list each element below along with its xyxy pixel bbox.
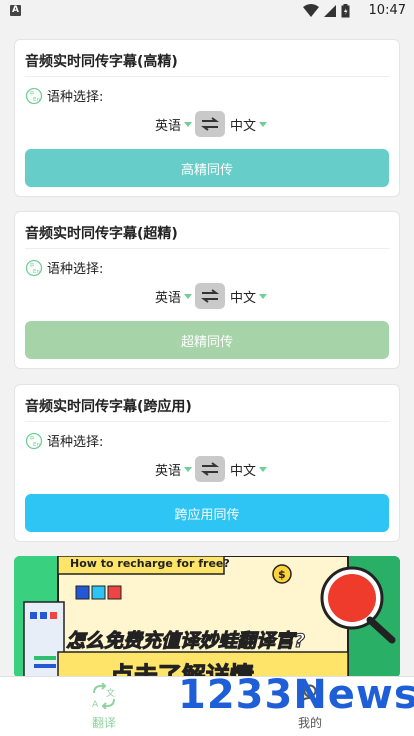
card-title: 音频实时同传字幕(高精): [25, 54, 178, 70]
target-language-label: 中文: [230, 291, 257, 306]
language-picker: 英语 中文: [15, 283, 399, 309]
svg-text:文: 文: [106, 687, 115, 699]
language-select-label: 语种选择:: [47, 90, 104, 105]
watermark-logo: 1233News: [178, 672, 414, 718]
target-language-dropdown[interactable]: 中文: [230, 287, 268, 306]
swap-language-button[interactable]: [195, 111, 225, 137]
promo-banner[interactable]: $ How to recharge for free? 怎么免费充值译妙蛙翻译官…: [14, 556, 400, 678]
translate-icon: A文: [92, 682, 115, 710]
card-title: 音频实时同传字幕(跨应用): [25, 399, 192, 415]
banner-headline-prefix: 怎么: [65, 630, 105, 653]
source-language-dropdown[interactable]: 英语: [155, 115, 193, 134]
language-globe-icon: 中En: [25, 87, 43, 104]
banner-headline-highlight: 免费: [104, 630, 143, 653]
dropdown-arrow-icon: [184, 467, 193, 472]
dropdown-arrow-icon: [259, 294, 268, 299]
svg-text:中: 中: [30, 262, 35, 269]
target-language-label: 中文: [230, 464, 257, 479]
ultra-precision-translate-button[interactable]: 超精同传: [25, 321, 389, 359]
target-language-label: 中文: [230, 119, 257, 134]
source-language-dropdown[interactable]: 英语: [155, 287, 193, 306]
language-select-label: 语种选择:: [47, 435, 104, 450]
divider: [25, 248, 389, 249]
language-select-label: 语种选择:: [47, 262, 104, 277]
language-globe-icon: 中En: [25, 259, 43, 276]
swap-language-button[interactable]: [195, 283, 225, 309]
high-precision-translate-button[interactable]: 高精同传: [25, 149, 389, 187]
svg-text:En: En: [33, 97, 40, 103]
dropdown-arrow-icon: [184, 294, 193, 299]
source-language-label: 英语: [155, 464, 182, 479]
swap-arrows-icon: [201, 117, 219, 131]
svg-text:中: 中: [30, 435, 35, 442]
language-picker: 英语 中文: [15, 456, 399, 482]
swap-language-button[interactable]: [195, 456, 225, 482]
divider: [25, 421, 389, 422]
wifi-icon: [303, 4, 319, 17]
app-indicator-icon: A: [10, 5, 21, 16]
language-picker: 英语 中文: [15, 111, 399, 137]
svg-text:A: A: [92, 700, 99, 709]
signal-icon: [324, 5, 336, 17]
dropdown-arrow-icon: [184, 122, 193, 127]
language-globe-icon: 中En: [25, 432, 43, 449]
target-language-dropdown[interactable]: 中文: [230, 460, 268, 479]
banner-headline: 怎么免费充值译妙蛙翻译官?: [65, 626, 306, 653]
source-language-label: 英语: [155, 291, 182, 306]
source-language-dropdown[interactable]: 英语: [155, 460, 193, 479]
svg-text:中: 中: [30, 90, 35, 97]
status-time: 10:47: [368, 3, 406, 18]
source-language-label: 英语: [155, 119, 182, 134]
banner-headline-suffix: 充值译妙蛙翻译官?: [142, 630, 306, 653]
svg-text:En: En: [33, 269, 40, 275]
swap-arrows-icon: [201, 289, 219, 303]
translation-card-high-precision: 音频实时同传字幕(高精) 中 En 语种选择: 英语 中文 高精同传: [14, 39, 400, 197]
svg-text:$: $: [278, 568, 286, 581]
banner-top-text: How to recharge for free?: [70, 557, 230, 570]
divider: [25, 76, 389, 77]
swap-arrows-icon: [201, 462, 219, 476]
svg-text:En: En: [33, 442, 40, 448]
status-bar: A 10:47: [0, 0, 414, 24]
card-title: 音频实时同传字幕(超精): [25, 226, 178, 242]
dropdown-arrow-icon: [259, 122, 268, 127]
dropdown-arrow-icon: [259, 467, 268, 472]
nav-tab-translate[interactable]: A文 翻译: [74, 682, 134, 731]
target-language-dropdown[interactable]: 中文: [230, 115, 268, 134]
translation-card-ultra-precision: 音频实时同传字幕(超精) 中 En 语种选择: 英语 中文 超精同传: [14, 211, 400, 369]
battery-icon: [341, 4, 350, 18]
cross-app-translate-button[interactable]: 跨应用同传: [25, 494, 389, 532]
nav-tab-label: 翻译: [91, 716, 116, 730]
translation-card-cross-app: 音频实时同传字幕(跨应用) 中 En 语种选择: 英语 中文 跨应用同传: [14, 384, 400, 542]
